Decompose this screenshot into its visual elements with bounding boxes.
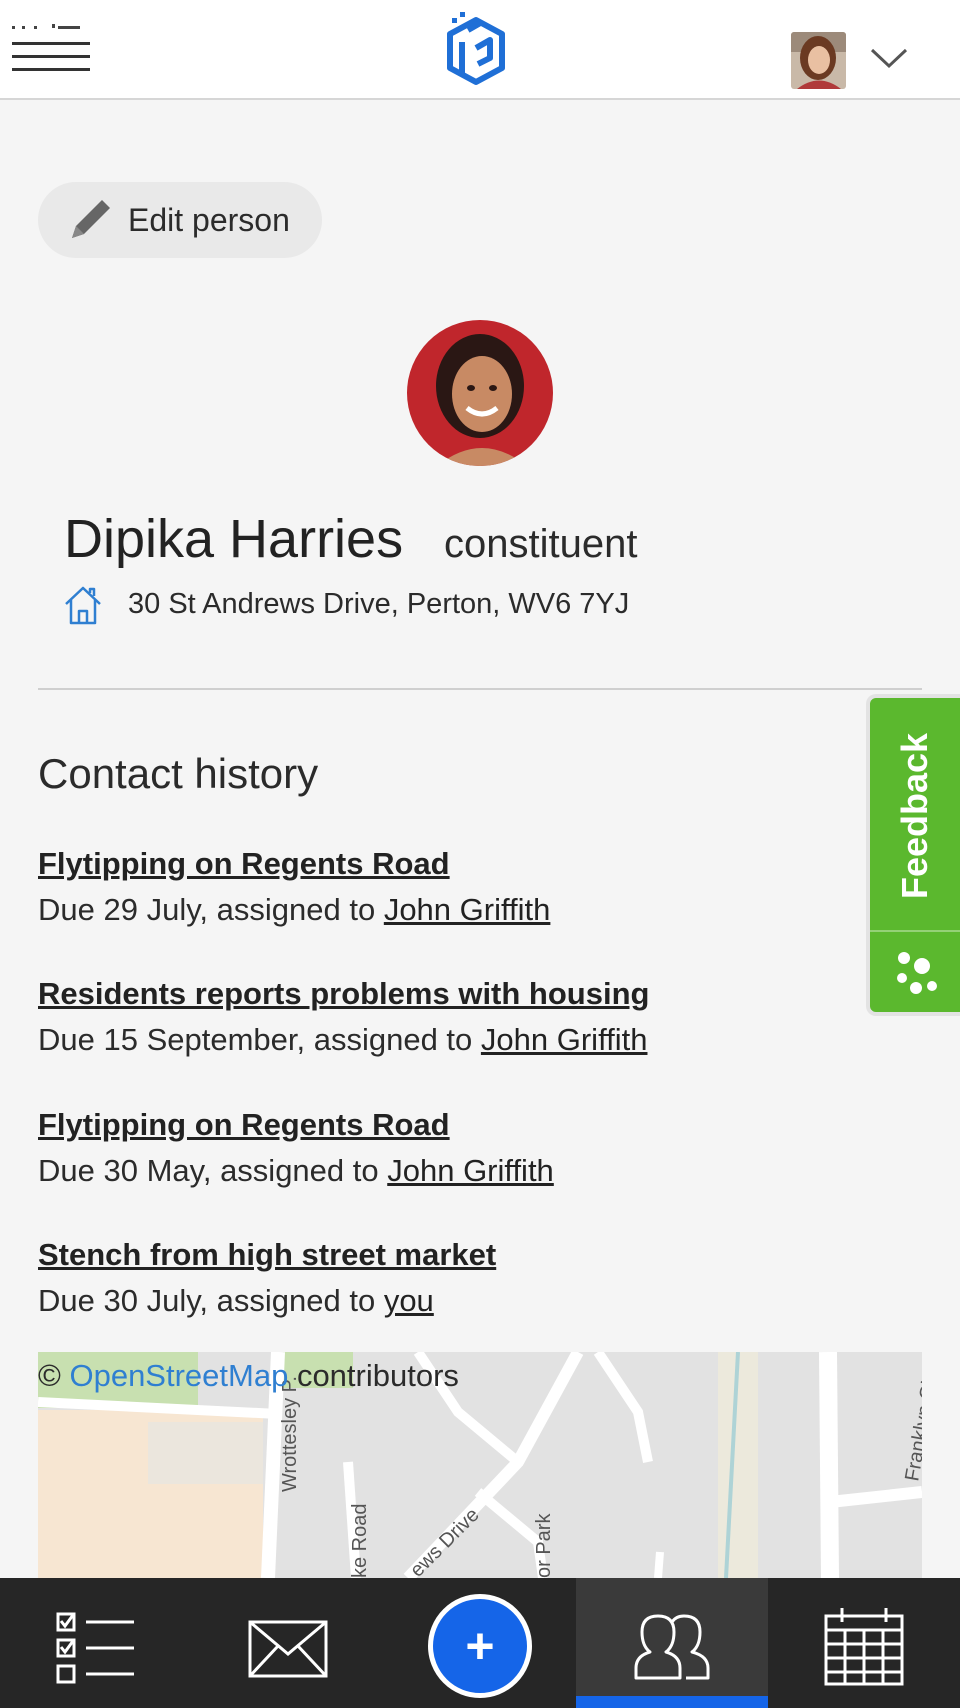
nav-messages[interactable] <box>192 1578 384 1708</box>
history-item-due: Due 15 September, assigned to <box>38 1022 481 1057</box>
attribution-suffix: contributors <box>288 1358 459 1393</box>
history-item-assignee-link[interactable]: John Griffith <box>481 1022 648 1057</box>
people-icon <box>634 1614 710 1680</box>
feedback-label: Feedback <box>894 732 935 900</box>
history-item-assignee-link[interactable]: you <box>384 1283 434 1318</box>
history-item: Stench from high street market Due 30 Ju… <box>38 1237 858 1319</box>
history-item-title[interactable]: Flytipping on Regents Road <box>38 1107 858 1143</box>
history-item-title[interactable]: Flytipping on Regents Road <box>38 846 858 882</box>
person-photo <box>407 320 553 466</box>
app-logo-icon[interactable] <box>438 12 514 90</box>
hamburger-menu-icon[interactable] <box>12 24 92 80</box>
pencil-icon <box>72 200 110 238</box>
history-item-meta: Due 15 September, assigned to John Griff… <box>38 1022 858 1058</box>
history-item: Flytipping on Regents Road Due 29 July, … <box>38 846 858 928</box>
map-street-label: ke Road <box>349 1504 371 1579</box>
history-item-title[interactable]: Stench from high street market <box>38 1237 858 1273</box>
history-item-title[interactable]: Residents reports problems with housing <box>38 976 858 1012</box>
history-item-assignee-link[interactable]: John Griffith <box>387 1153 554 1188</box>
feedback-tab[interactable]: Feedback <box>866 694 960 1016</box>
user-avatar[interactable] <box>791 32 846 89</box>
contact-history-heading: Contact history <box>38 750 319 797</box>
feedback-separator <box>870 930 960 932</box>
person-address: 30 St Andrews Drive, Perton, WV6 7YJ <box>128 588 630 620</box>
map-attribution: © OpenStreetMap contributors <box>38 1358 459 1394</box>
history-item-assignee-link[interactable]: John Griffith <box>384 892 551 927</box>
home-icon <box>65 586 101 625</box>
add-plus-button[interactable]: + <box>428 1594 532 1698</box>
top-header <box>0 0 960 100</box>
nav-calendar[interactable] <box>768 1578 960 1708</box>
person-role: constituent <box>444 522 638 566</box>
person-photo-image <box>407 320 553 466</box>
nav-tasks[interactable] <box>0 1578 192 1708</box>
section-divider <box>38 688 922 690</box>
map-street-label: or Park <box>533 1513 555 1578</box>
add-plus-icon: + <box>465 1618 495 1674</box>
history-item-meta: Due 30 May, assigned to John Griffith <box>38 1153 858 1189</box>
history-item-due: Due 30 May, assigned to <box>38 1153 388 1188</box>
openstreetmap-link[interactable]: OpenStreetMap <box>69 1358 288 1393</box>
calendar-icon <box>824 1608 904 1686</box>
history-item-meta: Due 30 July, assigned to you <box>38 1283 858 1319</box>
attribution-prefix: © <box>38 1358 70 1393</box>
nav-active-indicator <box>576 1696 768 1708</box>
edit-person-button[interactable]: Edit person <box>38 182 322 258</box>
user-avatar-image <box>791 32 846 89</box>
chevron-down-icon[interactable] <box>868 40 910 74</box>
task-checklist-icon <box>56 1612 134 1684</box>
feedback-dots-icon <box>897 952 937 994</box>
history-item: Residents reports problems with housing … <box>38 976 858 1058</box>
mail-envelope-icon <box>248 1620 328 1678</box>
nav-people[interactable] <box>576 1578 768 1708</box>
edit-person-label: Edit person <box>128 201 290 238</box>
history-item-due: Due 30 July, assigned to <box>38 1283 384 1318</box>
person-name: Dipika Harries <box>64 509 404 569</box>
history-item: Flytipping on Regents Road Due 30 May, a… <box>38 1107 858 1189</box>
history-item-meta: Due 29 July, assigned to John Griffith <box>38 892 858 928</box>
history-item-due: Due 29 July, assigned to <box>38 892 384 927</box>
